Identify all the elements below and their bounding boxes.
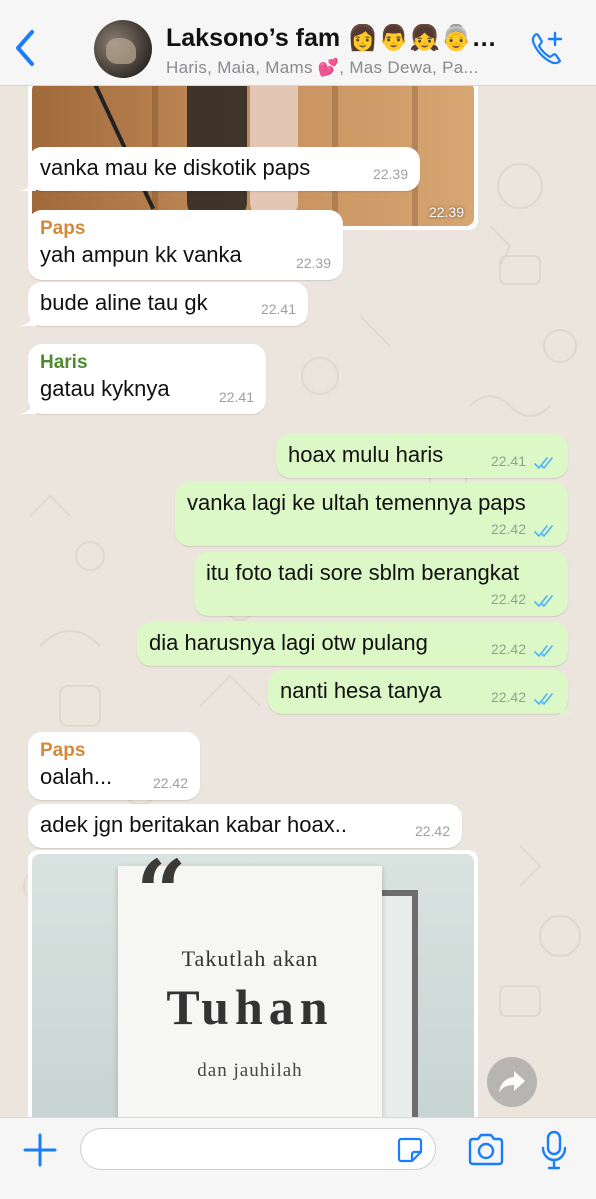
read-ticks-icon xyxy=(534,457,553,469)
outgoing-message[interactable]: hoax mulu haris 22.41 xyxy=(276,434,568,478)
message-time: 22.42 xyxy=(490,521,526,537)
message-time: 22.42 xyxy=(490,591,526,607)
outgoing-message[interactable]: dia harusnya lagi otw pulang 22.42 xyxy=(137,622,568,666)
quote-line: Tuhan xyxy=(166,979,334,1035)
sticker-icon[interactable] xyxy=(396,1136,424,1164)
quote-line: dan jauhilah xyxy=(197,1060,303,1081)
message-time: 22.39 xyxy=(428,204,464,220)
outgoing-message[interactable]: vanka lagi ke ultah temennya paps 22.42 xyxy=(175,482,568,546)
message-time: 22.39 xyxy=(295,255,331,271)
message-text: vanka mau ke diskotik paps xyxy=(40,155,311,180)
message-text: oalah... xyxy=(40,764,113,789)
message-text: yah ampun kk vanka xyxy=(40,242,242,267)
read-ticks-icon xyxy=(534,595,553,607)
forward-button[interactable] xyxy=(487,1057,537,1107)
incoming-message[interactable]: adek jgn beritakan kabar hoax.. 22.42 xyxy=(28,804,462,848)
message-text: dia harusnya lagi otw pulang xyxy=(149,630,428,655)
quote-mark: “ xyxy=(136,854,187,944)
message-text: bude aline tau gk xyxy=(40,290,208,315)
message-text: itu foto tadi sore sblm berangkat xyxy=(206,560,520,585)
read-ticks-icon xyxy=(534,525,553,537)
incoming-message[interactable]: bude aline tau gk 22.41 xyxy=(20,282,308,326)
message-time: 22.41 xyxy=(490,453,526,469)
sender-name: Paps xyxy=(40,740,86,761)
sender-name: Haris xyxy=(40,352,88,373)
back-icon[interactable] xyxy=(10,28,40,68)
read-ticks-icon xyxy=(534,693,553,705)
incoming-message[interactable]: Haris gatau kyknya 22.41 xyxy=(20,344,266,414)
outgoing-message[interactable]: itu foto tadi sore sblm berangkat 22.42 xyxy=(194,552,568,616)
message-text: vanka lagi ke ultah temennya paps xyxy=(187,490,526,515)
quote-image[interactable]: “ Takutlah akan Tuhan dan jauhilah xyxy=(32,854,474,1117)
message-time: 22.41 xyxy=(260,301,296,317)
message-time: 22.42 xyxy=(490,689,526,705)
message-time: 22.42 xyxy=(152,775,188,791)
chat-header: Laksono’s fam 👩👨👧👵… Haris, Maia, Mams 💕,… xyxy=(0,0,596,86)
quote-line: Takutlah akan xyxy=(181,946,319,971)
incoming-message[interactable]: Paps yah ampun kk vanka 22.39 xyxy=(28,210,343,280)
sender-name: Paps xyxy=(40,218,86,239)
message-text: gatau kyknya xyxy=(40,376,170,401)
chat-title[interactable]: Laksono’s fam 👩👨👧👵… xyxy=(166,24,516,53)
message-time: 22.42 xyxy=(414,823,450,839)
message-composer xyxy=(0,1117,596,1199)
read-ticks-icon xyxy=(534,645,553,657)
chat-area[interactable]: 22.39 vanka mau ke diskotik paps 22.39 P… xyxy=(0,86,596,1117)
message-time: 22.39 xyxy=(372,166,408,182)
message-time: 22.42 xyxy=(490,641,526,657)
camera-icon[interactable] xyxy=(466,1132,506,1168)
forward-icon xyxy=(499,1071,525,1093)
chat-participants[interactable]: Haris, Maia, Mams 💕, Mas Dewa, Pa... xyxy=(166,58,516,78)
message-time: 22.41 xyxy=(218,389,254,405)
image-message[interactable]: “ Takutlah akan Tuhan dan jauhilah xyxy=(28,850,478,1117)
outgoing-message[interactable]: nanti hesa tanya 22.42 xyxy=(268,670,576,714)
phone-plus-icon[interactable] xyxy=(528,30,566,68)
message-text: hoax mulu haris xyxy=(288,442,444,467)
plus-icon[interactable] xyxy=(22,1132,58,1168)
message-text: adek jgn beritakan kabar hoax.. xyxy=(40,812,347,837)
group-avatar[interactable] xyxy=(94,20,152,78)
message-text: nanti hesa tanya xyxy=(280,678,442,703)
incoming-message[interactable]: vanka mau ke diskotik paps 22.39 xyxy=(20,147,420,191)
message-input[interactable] xyxy=(80,1128,436,1170)
microphone-icon[interactable] xyxy=(540,1130,568,1170)
incoming-message[interactable]: Paps oalah... 22.42 xyxy=(28,732,200,800)
